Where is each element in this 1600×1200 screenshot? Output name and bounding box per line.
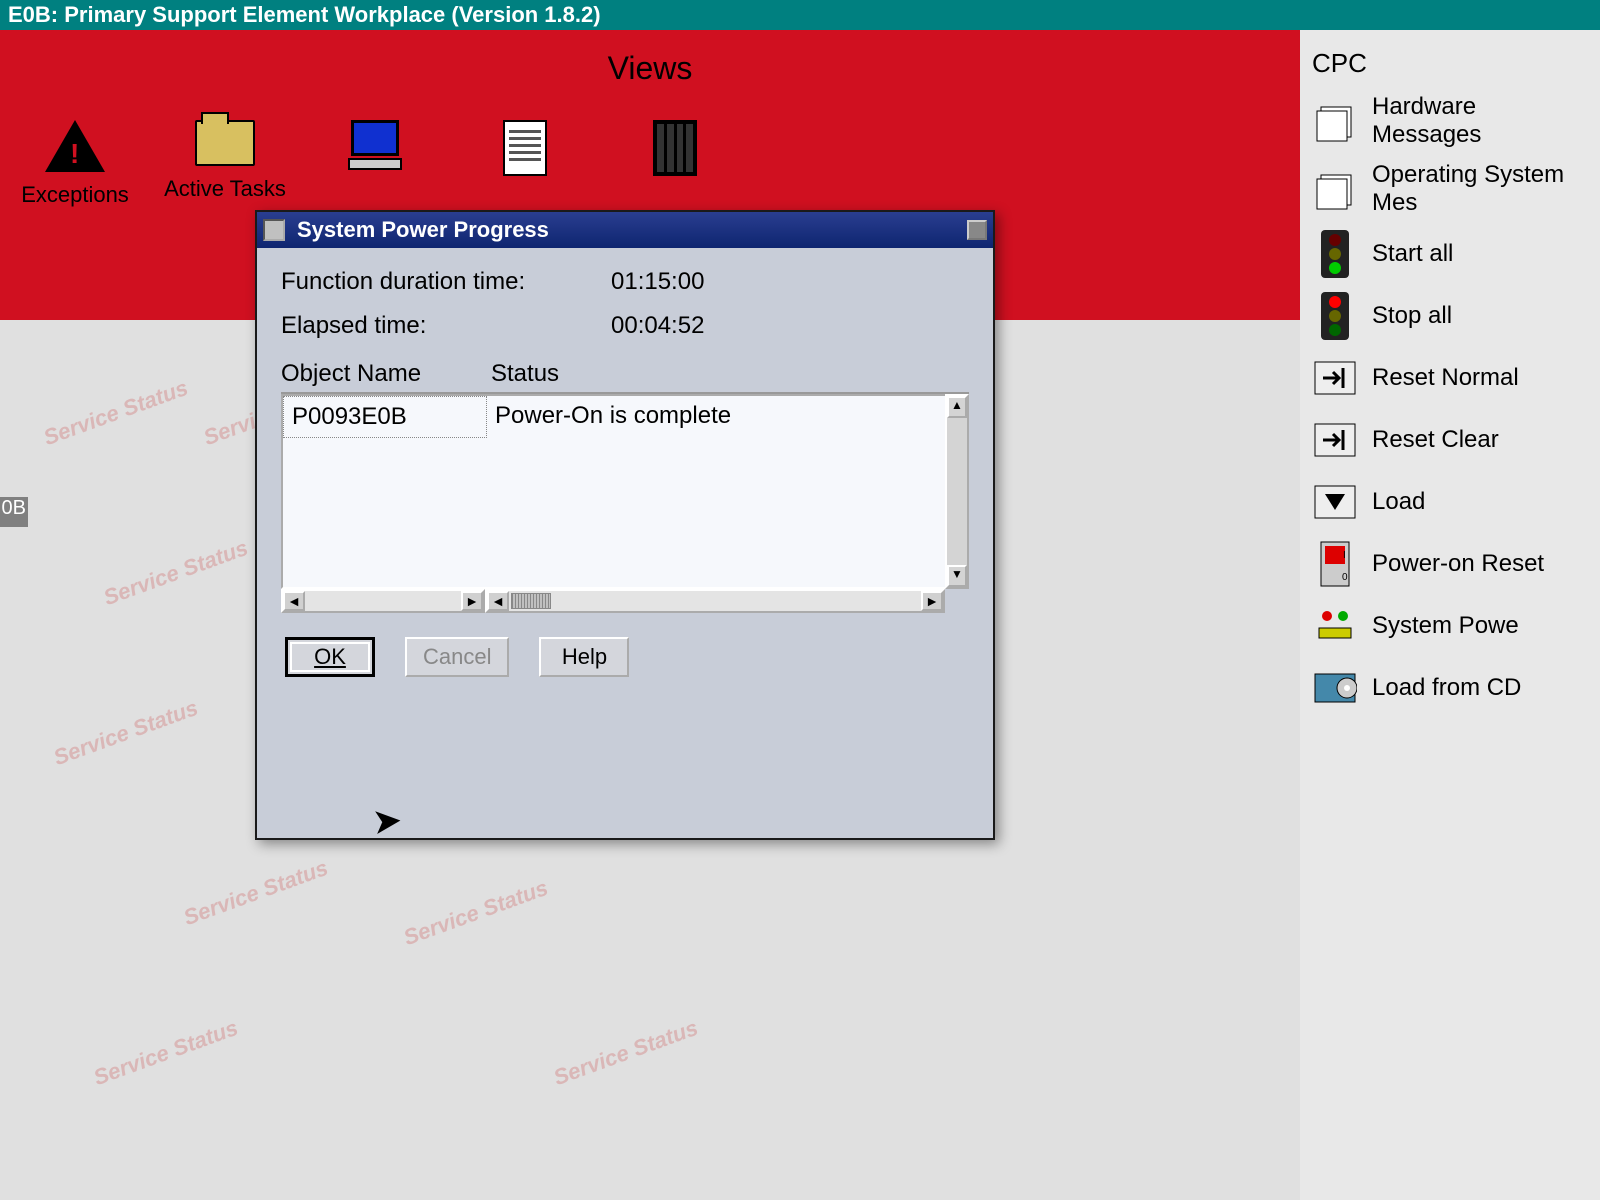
system-power-icon (1310, 601, 1360, 651)
view-item-document[interactable] (450, 120, 600, 176)
sidebar-item-label: Load from CD (1372, 674, 1521, 702)
computer-icon (348, 120, 402, 170)
sidebar-item-label: Reset Normal (1372, 364, 1519, 392)
view-item-computer[interactable] (300, 120, 450, 170)
sidebar-title: CPC (1300, 40, 1600, 87)
scroll-down-icon[interactable]: ▼ (947, 565, 967, 587)
sidebar-item-label: Power-on Reset (1372, 550, 1544, 578)
view-item-active-tasks[interactable]: Active Tasks (150, 120, 300, 202)
scroll-left-icon[interactable]: ◄ (487, 591, 509, 611)
scroll-up-icon[interactable]: ▲ (947, 396, 967, 418)
folder-icon (195, 120, 255, 166)
sidebar-item-load[interactable]: Load (1300, 471, 1600, 533)
progress-table: P0093E0B Power-On is complete (281, 394, 969, 589)
sidebar-item-label: Reset Clear (1372, 426, 1499, 454)
ok-button[interactable]: OK (285, 637, 375, 677)
scroll-right-icon[interactable]: ► (461, 591, 483, 611)
elapsed-value: 00:04:52 (611, 312, 704, 340)
rack-icon (653, 120, 697, 176)
cancel-button: Cancel (405, 637, 509, 677)
warning-icon (45, 120, 105, 172)
elapsed-label: Elapsed time: (281, 312, 611, 340)
sidebar-item-hardware-messages[interactable]: Hardware Messages (1300, 87, 1600, 155)
mouse-cursor-icon: ➤ (370, 799, 404, 843)
view-item-exceptions[interactable]: Exceptions (0, 120, 150, 208)
scroll-right-icon[interactable]: ► (921, 591, 943, 611)
horizontal-scrollbar-right[interactable]: ◄ ► (485, 589, 945, 613)
reset-icon (1310, 353, 1360, 403)
traffic-light-red-icon (1310, 291, 1360, 341)
left-tab[interactable]: 0B (0, 497, 28, 527)
scroll-thumb[interactable] (511, 593, 551, 609)
sidebar-item-reset-normal[interactable]: Reset Normal (1300, 347, 1600, 409)
maximize-icon[interactable] (967, 220, 987, 240)
svg-text:0: 0 (1342, 572, 1348, 583)
sidebar-item-power-on-reset[interactable]: I0 Power-on Reset (1300, 533, 1600, 595)
horizontal-scrollbar-left[interactable]: ◄ ► (281, 589, 485, 613)
duration-value: 01:15:00 (611, 268, 704, 296)
help-button[interactable]: Help (539, 637, 629, 677)
sidebar-item-os-messages[interactable]: Operating System Mes (1300, 155, 1600, 223)
window-titlebar: E0B: Primary Support Element Workplace (… (0, 0, 1600, 30)
sidebar-item-label: System Powe (1372, 612, 1519, 640)
view-item-rack[interactable] (600, 120, 750, 176)
dialog-titlebar[interactable]: System Power Progress (257, 212, 993, 248)
scroll-left-icon[interactable]: ◄ (283, 591, 305, 611)
system-power-progress-dialog: System Power Progress Function duration … (255, 210, 995, 840)
document-icon (503, 120, 547, 176)
vertical-scrollbar[interactable]: ▲ ▼ (945, 394, 969, 589)
sidebar-item-label: Operating System Mes (1372, 161, 1590, 217)
sidebar-item-label: Hardware Messages (1372, 93, 1590, 149)
window-title: E0B: Primary Support Element Workplace (… (8, 2, 601, 28)
duration-label: Function duration time: (281, 268, 611, 296)
sidebar-item-load-from-cd[interactable]: Load from CD (1300, 657, 1600, 719)
messages-icon (1310, 164, 1360, 214)
messages-icon (1310, 96, 1360, 146)
sidebar-item-stop-all[interactable]: Stop all (1300, 285, 1600, 347)
sidebar-item-system-power[interactable]: System Powe (1300, 595, 1600, 657)
view-label: Active Tasks (164, 176, 286, 202)
svg-text:I: I (1343, 550, 1346, 561)
column-header-status[interactable]: Status (491, 360, 559, 388)
column-header-object[interactable]: Object Name (281, 360, 491, 388)
cell-status: Power-On is complete (487, 396, 739, 438)
system-menu-icon[interactable] (263, 219, 285, 241)
view-label: Exceptions (21, 182, 129, 208)
reset-icon (1310, 415, 1360, 465)
cell-object-name: P0093E0B (283, 396, 487, 438)
table-row[interactable]: P0093E0B Power-On is complete (283, 396, 967, 438)
sidebar-item-label: Stop all (1372, 302, 1452, 330)
power-switch-icon: I0 (1310, 539, 1360, 589)
cd-icon (1310, 663, 1360, 713)
sidebar-item-label: Load (1372, 488, 1425, 516)
task-sidebar: CPC Hardware Messages Operating System M… (1300, 30, 1600, 1200)
sidebar-item-label: Start all (1372, 240, 1453, 268)
sidebar-item-reset-clear[interactable]: Reset Clear (1300, 409, 1600, 471)
sidebar-item-start-all[interactable]: Start all (1300, 223, 1600, 285)
traffic-light-green-icon (1310, 229, 1360, 279)
load-icon (1310, 477, 1360, 527)
dialog-title: System Power Progress (297, 217, 549, 243)
views-heading: Views (0, 50, 1300, 87)
